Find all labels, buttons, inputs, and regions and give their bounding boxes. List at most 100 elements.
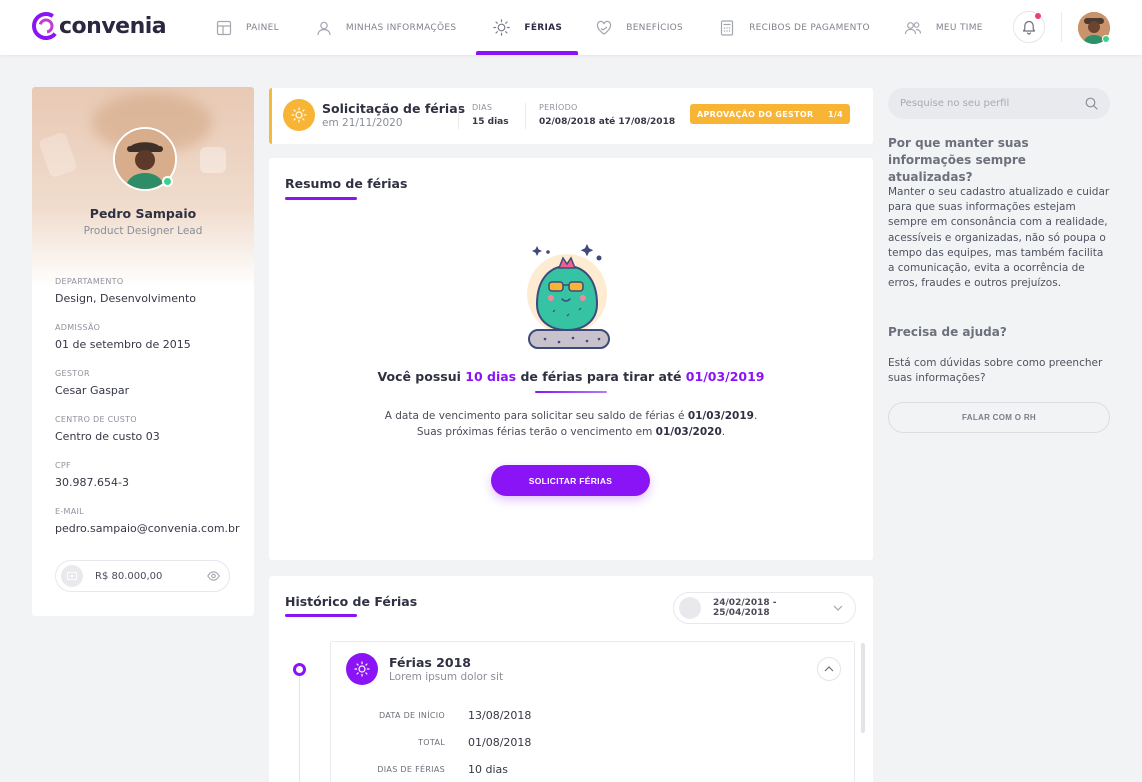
search-input[interactable] bbox=[900, 98, 1085, 109]
why-update-title: Por que manter suas informações sempre a… bbox=[888, 136, 1029, 184]
salary-field: R$ 80.000,00 bbox=[55, 560, 230, 592]
notification-badge bbox=[1035, 13, 1041, 19]
approval-status-badge: APROVAÇÃO DO GESTOR 1/4 bbox=[690, 104, 850, 124]
row-value: 01/08/2018 bbox=[468, 736, 532, 749]
online-status-dot bbox=[1102, 35, 1110, 43]
field-label: CPF bbox=[55, 461, 71, 470]
date-range-picker[interactable]: 24/02/2018 - 25/04/2018 bbox=[673, 592, 856, 624]
history-entry: Férias 2018 Lorem ipsum dolor sit DATA D… bbox=[330, 641, 855, 782]
field-email: E-MAIL pedro.sampaio@convenia.com.br bbox=[55, 507, 240, 535]
desc-text: A data de vencimento para solicitar seu … bbox=[384, 410, 688, 422]
heart-icon bbox=[597, 20, 612, 35]
sun-icon bbox=[291, 107, 307, 123]
user-icon bbox=[317, 21, 331, 35]
summary-headline: Você possui 10 dias de férias para tirar… bbox=[269, 369, 873, 384]
request-status-icon bbox=[283, 99, 315, 131]
vacation-entry-icon bbox=[346, 653, 378, 685]
period-label: PERÍODO bbox=[539, 103, 578, 112]
divider bbox=[458, 103, 459, 129]
sun-icon bbox=[354, 661, 370, 677]
period-value: 02/08/2018 até 17/08/2018 bbox=[539, 117, 676, 127]
team-icon bbox=[904, 21, 921, 34]
nav-label: MEU TIME bbox=[935, 22, 983, 33]
field-departamento: DEPARTAMENTO Design, Desenvolvimento bbox=[55, 277, 196, 305]
available-days: 10 dias bbox=[465, 369, 517, 384]
row-label: TOTAL bbox=[418, 738, 445, 747]
timeline-line bbox=[299, 676, 300, 782]
nav-item-minhas-informacoes[interactable]: MINHAS INFORMAÇÕES bbox=[316, 0, 456, 55]
nav-label: RECIBOS DE PAGAMENTO bbox=[749, 22, 870, 33]
main-navigation: PAINEL MINHAS INFORMAÇÕES FÉRIAS BENEFÍC… bbox=[216, 0, 983, 55]
top-navbar: convenia PAINEL MINHAS INFORMAÇÕES FÉRIA… bbox=[0, 0, 1142, 55]
profile-name: Pedro Sampaio bbox=[89, 206, 197, 221]
nav-label: MINHAS INFORMAÇÕES bbox=[345, 22, 457, 33]
why-update-text: Manter o seu cadastro atualizado e cuida… bbox=[888, 186, 1110, 290]
deadline-date: 01/03/2019 bbox=[685, 369, 765, 384]
approval-step: 1/4 bbox=[828, 109, 843, 119]
headline-prefix: Você possui bbox=[377, 369, 466, 384]
summary-description: A data de vencimento para solicitar seu … bbox=[379, 408, 763, 440]
nav-item-recibos-de-pagamento[interactable]: RECIBOS DE PAGAMENTO bbox=[719, 0, 870, 55]
profile-search bbox=[888, 88, 1110, 119]
vacation-summary-card: Resumo de férias Você possui 10 dias de … bbox=[269, 158, 873, 560]
desc-text: . bbox=[721, 426, 726, 438]
eye-icon[interactable] bbox=[207, 571, 220, 581]
row-label: DIAS DE FÉRIAS bbox=[377, 765, 445, 774]
nav-label: BENEFÍCIOS bbox=[626, 22, 684, 33]
convenia-logo[interactable]: convenia bbox=[31, 11, 167, 41]
row-label: DATA DE INÍCIO bbox=[378, 711, 445, 720]
collapse-entry-button[interactable] bbox=[817, 657, 841, 681]
bell-icon bbox=[1022, 20, 1036, 35]
nav-label: PAINEL bbox=[246, 22, 279, 33]
contact-hr-button[interactable]: FALAR COM O RH bbox=[888, 402, 1110, 433]
calendar-icon bbox=[679, 597, 701, 619]
search-icon[interactable] bbox=[1085, 97, 1098, 110]
field-value: 01 de setembro de 2015 bbox=[55, 338, 191, 351]
nav-item-painel[interactable]: PAINEL bbox=[216, 0, 279, 55]
notifications-button[interactable] bbox=[1013, 11, 1045, 43]
field-label: GESTOR bbox=[55, 369, 90, 378]
chevron-up-icon bbox=[824, 666, 834, 672]
sun-icon bbox=[493, 19, 511, 36]
request-date: em 21/11/2020 bbox=[322, 117, 403, 129]
field-label: ADMISSÃO bbox=[55, 323, 101, 332]
request-vacation-button[interactable]: SOLICITAR FÉRIAS bbox=[491, 465, 650, 496]
title-underline bbox=[285, 197, 357, 200]
field-gestor: GESTOR Cesar Gaspar bbox=[55, 369, 129, 397]
vacation-history-card: Histórico de Férias 24/02/2018 - 25/04/2… bbox=[269, 576, 873, 782]
salary-value: R$ 80.000,00 bbox=[95, 570, 163, 582]
online-status-dot bbox=[162, 176, 173, 187]
headline-underline bbox=[535, 391, 607, 393]
field-label: CENTRO DE CUSTO bbox=[55, 415, 137, 424]
row-value: 13/08/2018 bbox=[468, 709, 532, 722]
vacation-request-bar: Solicitação de férias em 21/11/2020 DIAS… bbox=[269, 88, 873, 144]
nav-item-beneficios[interactable]: BENEFÍCIOS bbox=[596, 0, 683, 55]
nav-label: FÉRIAS bbox=[524, 22, 563, 33]
approval-status-label: APROVAÇÃO DO GESTOR bbox=[697, 109, 814, 119]
entry-subtitle: Lorem ipsum dolor sit bbox=[389, 671, 504, 683]
headline-middle: de férias para tirar até bbox=[516, 369, 686, 384]
field-value: Cesar Gaspar bbox=[55, 384, 130, 397]
profile-role: Product Designer Lead bbox=[83, 225, 203, 237]
timeline-marker bbox=[293, 663, 306, 676]
field-cpf: CPF 30.987.654-3 bbox=[55, 461, 129, 489]
field-label: E-MAIL bbox=[55, 507, 84, 516]
nav-item-ferias[interactable]: FÉRIAS bbox=[476, 0, 579, 55]
divider bbox=[525, 103, 526, 129]
request-title: Solicitação de férias bbox=[322, 101, 466, 116]
cactus-illustration-icon bbox=[527, 244, 610, 349]
summary-title: Resumo de férias bbox=[285, 176, 408, 191]
need-help-text: Está com dúvidas sobre como preencher su… bbox=[888, 357, 1103, 385]
field-label: DEPARTAMENTO bbox=[55, 277, 124, 286]
entry-title: Férias 2018 bbox=[389, 655, 471, 670]
dashboard-icon bbox=[216, 20, 232, 35]
field-centro-de-custo: CENTRO DE CUSTO Centro de custo 03 bbox=[55, 415, 160, 443]
calculator-icon bbox=[720, 19, 734, 36]
row-value: 10 dias bbox=[468, 763, 509, 776]
field-value: pedro.sampaio@convenia.com.br bbox=[55, 522, 240, 535]
date-range-value: 24/02/2018 - 25/04/2018 bbox=[713, 598, 777, 618]
divider bbox=[1061, 12, 1062, 42]
field-value: Centro de custo 03 bbox=[55, 430, 160, 443]
history-scrollbar[interactable] bbox=[861, 643, 865, 733]
nav-item-meu-time[interactable]: MEU TIME bbox=[904, 0, 983, 55]
